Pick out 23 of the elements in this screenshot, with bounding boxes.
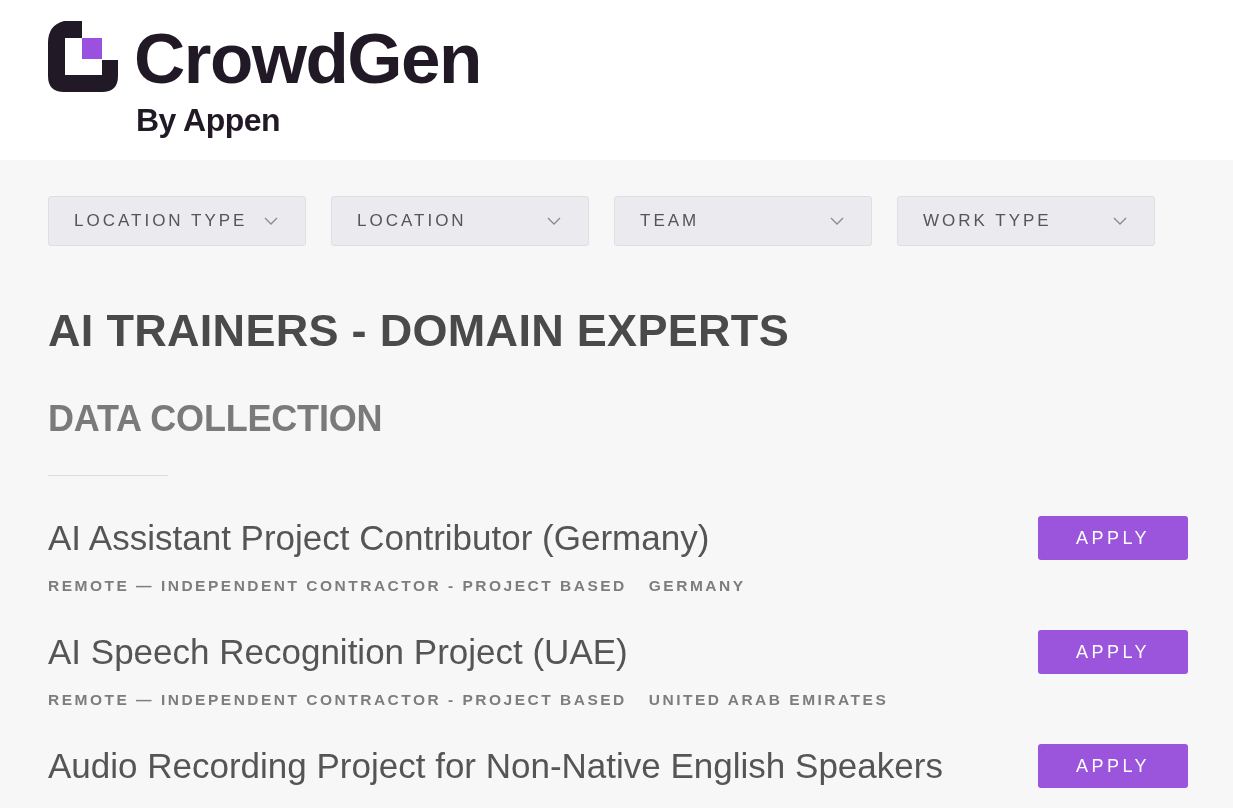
job-title-link[interactable]: AI Assistant Project Contributor (Germany) — [48, 516, 746, 560]
team-heading: DATA COLLECTION — [48, 401, 383, 437]
location-text: UNITED ARAB EMIRATES — [648, 690, 889, 710]
filter-dropdown[interactable]: WORK TYPE — [897, 196, 1155, 246]
logo-icon — [48, 21, 118, 92]
chevron-down-icon — [264, 217, 278, 225]
chevron-down-icon — [1113, 217, 1127, 225]
filter-dropdown[interactable]: LOCATION — [331, 196, 589, 246]
filter-dropdown[interactable]: LOCATION TYPE — [48, 196, 306, 246]
apply-button[interactable]: APPLY — [1038, 516, 1188, 560]
apply-button[interactable]: APPLY — [1038, 630, 1188, 674]
logo-wordmark: CrowdGen — [134, 23, 481, 94]
commitment-text: REMOTE — INDEPENDENT CONTRACTOR - PROJECT BASED — [48, 576, 627, 596]
commitment-text: REMOTE — INDEPENDENT CONTRACTOR - PROJECT BASED — [48, 690, 627, 710]
job-title-link[interactable]: Audio Recording Project for Non-Native English Speakers — [48, 744, 943, 788]
location-text: GERMANY — [648, 576, 746, 596]
filter-dropdown[interactable]: TEAM — [614, 196, 872, 246]
chevron-down-icon — [547, 217, 561, 225]
job-title-link[interactable]: AI Speech Recognition Project (UAE) — [48, 630, 889, 674]
chevron-down-icon — [830, 217, 844, 225]
logo-tagline: By Appen — [136, 104, 281, 136]
apply-button[interactable]: APPLY — [1038, 744, 1188, 788]
department-heading: AI TRAINERS - DOMAIN EXPERTS — [48, 308, 789, 353]
